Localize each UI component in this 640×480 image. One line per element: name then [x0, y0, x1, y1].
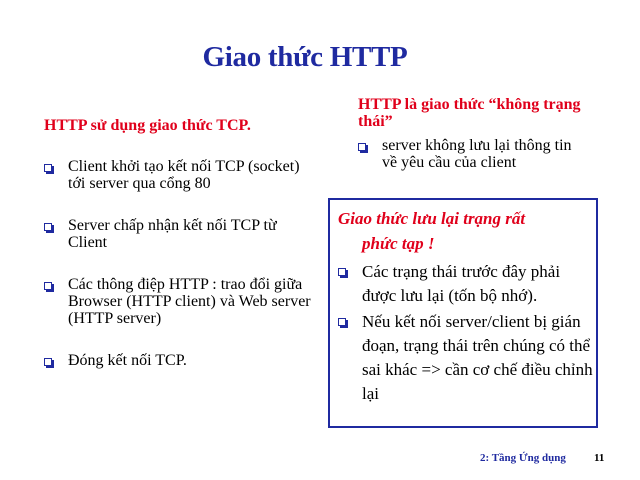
left-bullet-list: Client khởi tạo kết nối TCP (socket) tới…	[44, 158, 314, 394]
list-item: Client khởi tạo kết nối TCP (socket) tới…	[44, 158, 314, 192]
list-item: Các thông điệp HTTP : trao đổi giữa Brow…	[44, 276, 314, 327]
list-item-text: Đóng kết nối TCP.	[68, 352, 187, 369]
stateful-heading-line2: phức tạp !	[362, 234, 435, 253]
list-item-text: server không lưu lại thông tin về yêu cầ…	[382, 137, 572, 171]
right-heading: HTTP là giao thức “không trạng thái”	[358, 96, 581, 130]
stateful-bullet-list: Các trạng thái trước đây phải được lưu l…	[338, 260, 594, 408]
list-item-text: Các thông điệp HTTP : trao đổi giữa Brow…	[68, 276, 311, 327]
footer-chapter: 2: Tầng Ứng dụng	[480, 452, 566, 464]
square-bullet-icon	[44, 223, 52, 231]
list-item: server không lưu lại thông tin về yêu cầ…	[358, 137, 588, 171]
slide-title: Giao thức HTTP	[202, 41, 408, 73]
list-item-text: Các trạng thái trước đây phải được lưu l…	[362, 262, 561, 305]
list-item-text: Client khởi tạo kết nối TCP (socket) tới…	[68, 158, 300, 192]
list-item-text: Server chấp nhận kết nối TCP từ Client	[68, 217, 277, 251]
stateful-heading-line1: Giao thức lưu lại trạng rất	[338, 209, 526, 228]
square-bullet-icon	[44, 282, 52, 290]
square-bullet-icon	[358, 143, 366, 151]
left-heading: HTTP sử dụng giao thức TCP.	[44, 117, 251, 134]
list-item-text: Nếu kết nối server/client bị gián đoạn, …	[362, 312, 593, 403]
page-number: 11	[594, 452, 605, 464]
square-bullet-icon	[44, 358, 52, 366]
stateful-protocol-box: Giao thức lưu lại trạng rất phức tạp ! C…	[328, 198, 598, 428]
list-item: Nếu kết nối server/client bị gián đoạn, …	[338, 310, 594, 406]
list-item: Đóng kết nối TCP.	[44, 352, 314, 369]
square-bullet-icon	[338, 268, 346, 276]
stateful-heading: Giao thức lưu lại trạng rất phức tạp !	[338, 206, 586, 256]
square-bullet-icon	[44, 164, 52, 172]
list-item: Server chấp nhận kết nối TCP từ Client	[44, 217, 314, 251]
square-bullet-icon	[338, 318, 346, 326]
list-item: Các trạng thái trước đây phải được lưu l…	[338, 260, 594, 308]
right-bullet-list: server không lưu lại thông tin về yêu cầ…	[358, 137, 588, 171]
